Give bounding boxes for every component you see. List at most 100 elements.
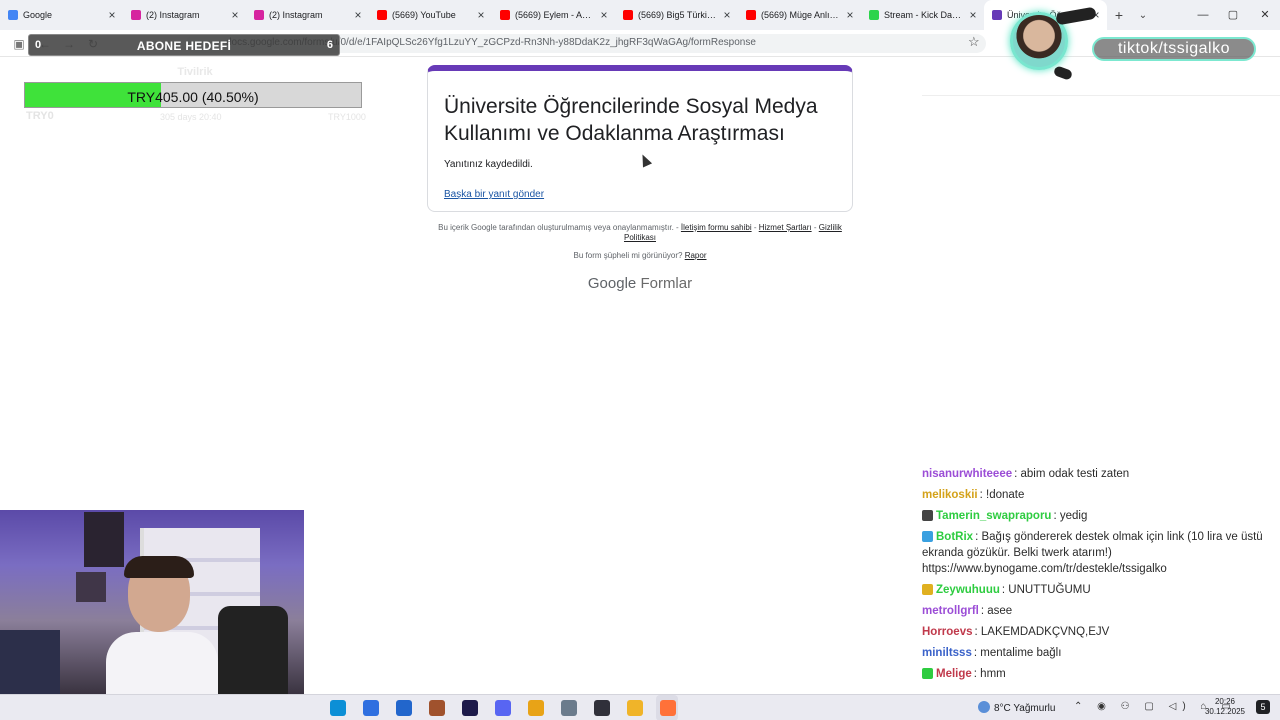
donation-goal-title: Tivilrik (177, 66, 213, 78)
clock-date: 30.12.2025 (1204, 707, 1246, 716)
game-icon[interactable] (429, 700, 445, 716)
browser-tab[interactable]: (2) Instagram × (123, 0, 246, 30)
chat-text: : LAKEMDADKÇVNQ,EJV (974, 626, 1110, 638)
discord-icon[interactable] (495, 700, 511, 716)
premiere-icon[interactable] (462, 700, 478, 716)
tab-close-icon[interactable]: × (107, 8, 117, 22)
form-disclaimer: Bu içerik Google tarafından oluşturulmam… (434, 223, 846, 243)
report-abuse-line: Bu form şüpheli mi görünüyor? Rapor (434, 251, 846, 260)
browser-tab[interactable]: (5669) Eylem - Aman (C × (492, 0, 615, 30)
weather-text: 8°C Yağmurlu (994, 703, 1056, 714)
footer-separator: - (811, 223, 819, 232)
tab-close-icon[interactable]: × (845, 8, 855, 22)
chat-username[interactable]: miniltsss (922, 647, 972, 659)
chat-message: Horroevs: LAKEMDADKÇVNQ,EJV (922, 624, 1280, 640)
clock[interactable]: 20:26 30.12.2025 (1200, 697, 1250, 717)
chat-text: : mentalime bağlı (973, 647, 1062, 659)
tiktok-handle: tiktok/tssigalko (1092, 37, 1256, 61)
chat-text: : asee (980, 605, 1013, 617)
chat-username[interactable]: Horroevs (922, 626, 973, 638)
weather-icon (978, 701, 990, 713)
sidebar-icon[interactable]: ▣ (10, 35, 28, 53)
chat-text: : abim odak testi zaten (1014, 468, 1130, 480)
chat-message: BotRix: Bağış göndererek destek olmak iç… (922, 529, 1280, 577)
streamer (106, 556, 218, 694)
chat-username[interactable]: Zeywuhuuu (936, 584, 1000, 596)
chat-message: Zeywuhuuu: UNUTTUĞUMU (922, 582, 1280, 598)
firefox-icon[interactable] (660, 700, 676, 716)
chat-username[interactable]: nisanurwhiteeee (922, 468, 1012, 480)
chat-text: : hmm (973, 668, 1006, 680)
tab-title: (5669) Big5 Türkiye | Ha (638, 10, 718, 20)
donation-time-label: 305 days 20:40 (160, 112, 222, 122)
chat-badge-icon (922, 668, 933, 679)
chat-username[interactable]: Melige (936, 668, 972, 680)
chat-username[interactable]: BotRix (936, 531, 973, 543)
store-icon[interactable] (363, 700, 379, 716)
tab-title: (5669) YouTube (392, 10, 456, 20)
files-icon[interactable] (627, 700, 643, 716)
taskbar: 8°C Yağmurlu ⌃ ◉ ⚇ ▢ ◁) ⌂ ▭ 20:26 30.12.… (0, 694, 1280, 720)
sub-goal-title: ABONE HEDEFİ (136, 39, 232, 53)
notification-badge[interactable]: 5 (1256, 700, 1270, 714)
tab-favicon-icon (869, 10, 879, 20)
divider (922, 95, 1280, 96)
chrome-icon[interactable] (528, 700, 544, 716)
tab-close-icon[interactable]: × (230, 8, 240, 22)
chat-message: nisanurwhiteeee: abim odak testi zaten (922, 466, 1280, 482)
bookmark-star-icon[interactable]: ☆ (968, 34, 980, 50)
browser-tab[interactable]: Stream - Kick Dashboard × (861, 0, 984, 30)
webcam-feed (0, 510, 304, 694)
form-title: Üniversite Öğrencilerinde Sosyal Medya K… (444, 95, 818, 145)
tab-favicon-icon (623, 10, 633, 20)
chat-message: Tamerin_swapraporu: yedig (922, 508, 1280, 524)
browser-tab[interactable]: (2) Instagram × (246, 0, 369, 30)
chat-badge-icon (922, 584, 933, 595)
submit-another-response-link[interactable]: Başka bir yanıt gönder (444, 189, 544, 200)
desk-light (0, 630, 60, 694)
browser-tab[interactable]: Google × (0, 0, 123, 30)
tab-close-icon[interactable]: × (599, 8, 609, 22)
weather-widget[interactable]: 8°C Yağmurlu (978, 701, 1055, 714)
screen: Google × (2) Instagram × (2) Instagram × (5669… (0, 0, 1280, 720)
streamer-body (106, 632, 218, 694)
google-forms-logo[interactable]: Google Formlar (540, 275, 740, 292)
browser-tab[interactable]: (5669) Müge Anlı ile Tatl × (738, 0, 861, 30)
sub-goal-target: 6 (326, 39, 333, 51)
obs-icon[interactable] (594, 700, 610, 716)
edge-icon[interactable] (330, 700, 346, 716)
chat-badge-icon (922, 531, 933, 542)
report-link[interactable]: Rapor (685, 251, 707, 260)
tab-close-icon[interactable]: × (722, 8, 732, 22)
terms-link[interactable]: Hizmet Şartları (759, 223, 812, 232)
donation-min-label: TRY0 (26, 110, 54, 122)
form-confirmation-card: Üniversite Öğrencilerinde Sosyal Medya K… (427, 65, 853, 212)
contact-owner-link[interactable]: İletişim formu sahibi (681, 223, 752, 232)
tab-favicon-icon (8, 10, 18, 20)
response-recorded-message: Yanıtınız kaydedildi. (444, 159, 533, 170)
chat-text: : !donate (979, 489, 1025, 501)
cat-paw-icon (1052, 65, 1074, 81)
chat-username[interactable]: Tamerin_swapraporu (936, 510, 1051, 522)
footer-separator: - (751, 223, 759, 232)
browser-tab[interactable]: (5669) YouTube × (369, 0, 492, 30)
mail-icon[interactable] (396, 700, 412, 716)
report-question: Bu form şüpheli mi görünüyor? (573, 251, 685, 260)
tab-title: (5669) Eylem - Aman (C (515, 10, 595, 20)
tab-close-icon[interactable]: × (353, 8, 363, 22)
chat-username[interactable]: metrollgrfl (922, 605, 979, 617)
tab-close-icon[interactable]: × (968, 8, 978, 22)
subscriber-goal-bar: 0 ABONE HEDEFİ 6 (28, 34, 340, 56)
tab-title: (5669) Müge Anlı ile Tatl (761, 10, 841, 20)
tab-close-icon[interactable]: × (476, 8, 486, 22)
app-gear-icon[interactable] (561, 700, 577, 716)
tab-favicon-icon (746, 10, 756, 20)
chat-username[interactable]: melikoskii (922, 489, 978, 501)
browser-tab[interactable]: (5669) Big5 Türkiye | Ha × (615, 0, 738, 30)
donation-progress-text: TRY405.00 (40.50%) (127, 89, 259, 105)
tab-favicon-icon (992, 10, 1002, 20)
chat-message: metrollgrfl: asee (922, 603, 1280, 619)
google-wordmark: Google (587, 275, 637, 292)
wall-poster (76, 572, 106, 602)
tab-favicon-icon (377, 10, 387, 20)
